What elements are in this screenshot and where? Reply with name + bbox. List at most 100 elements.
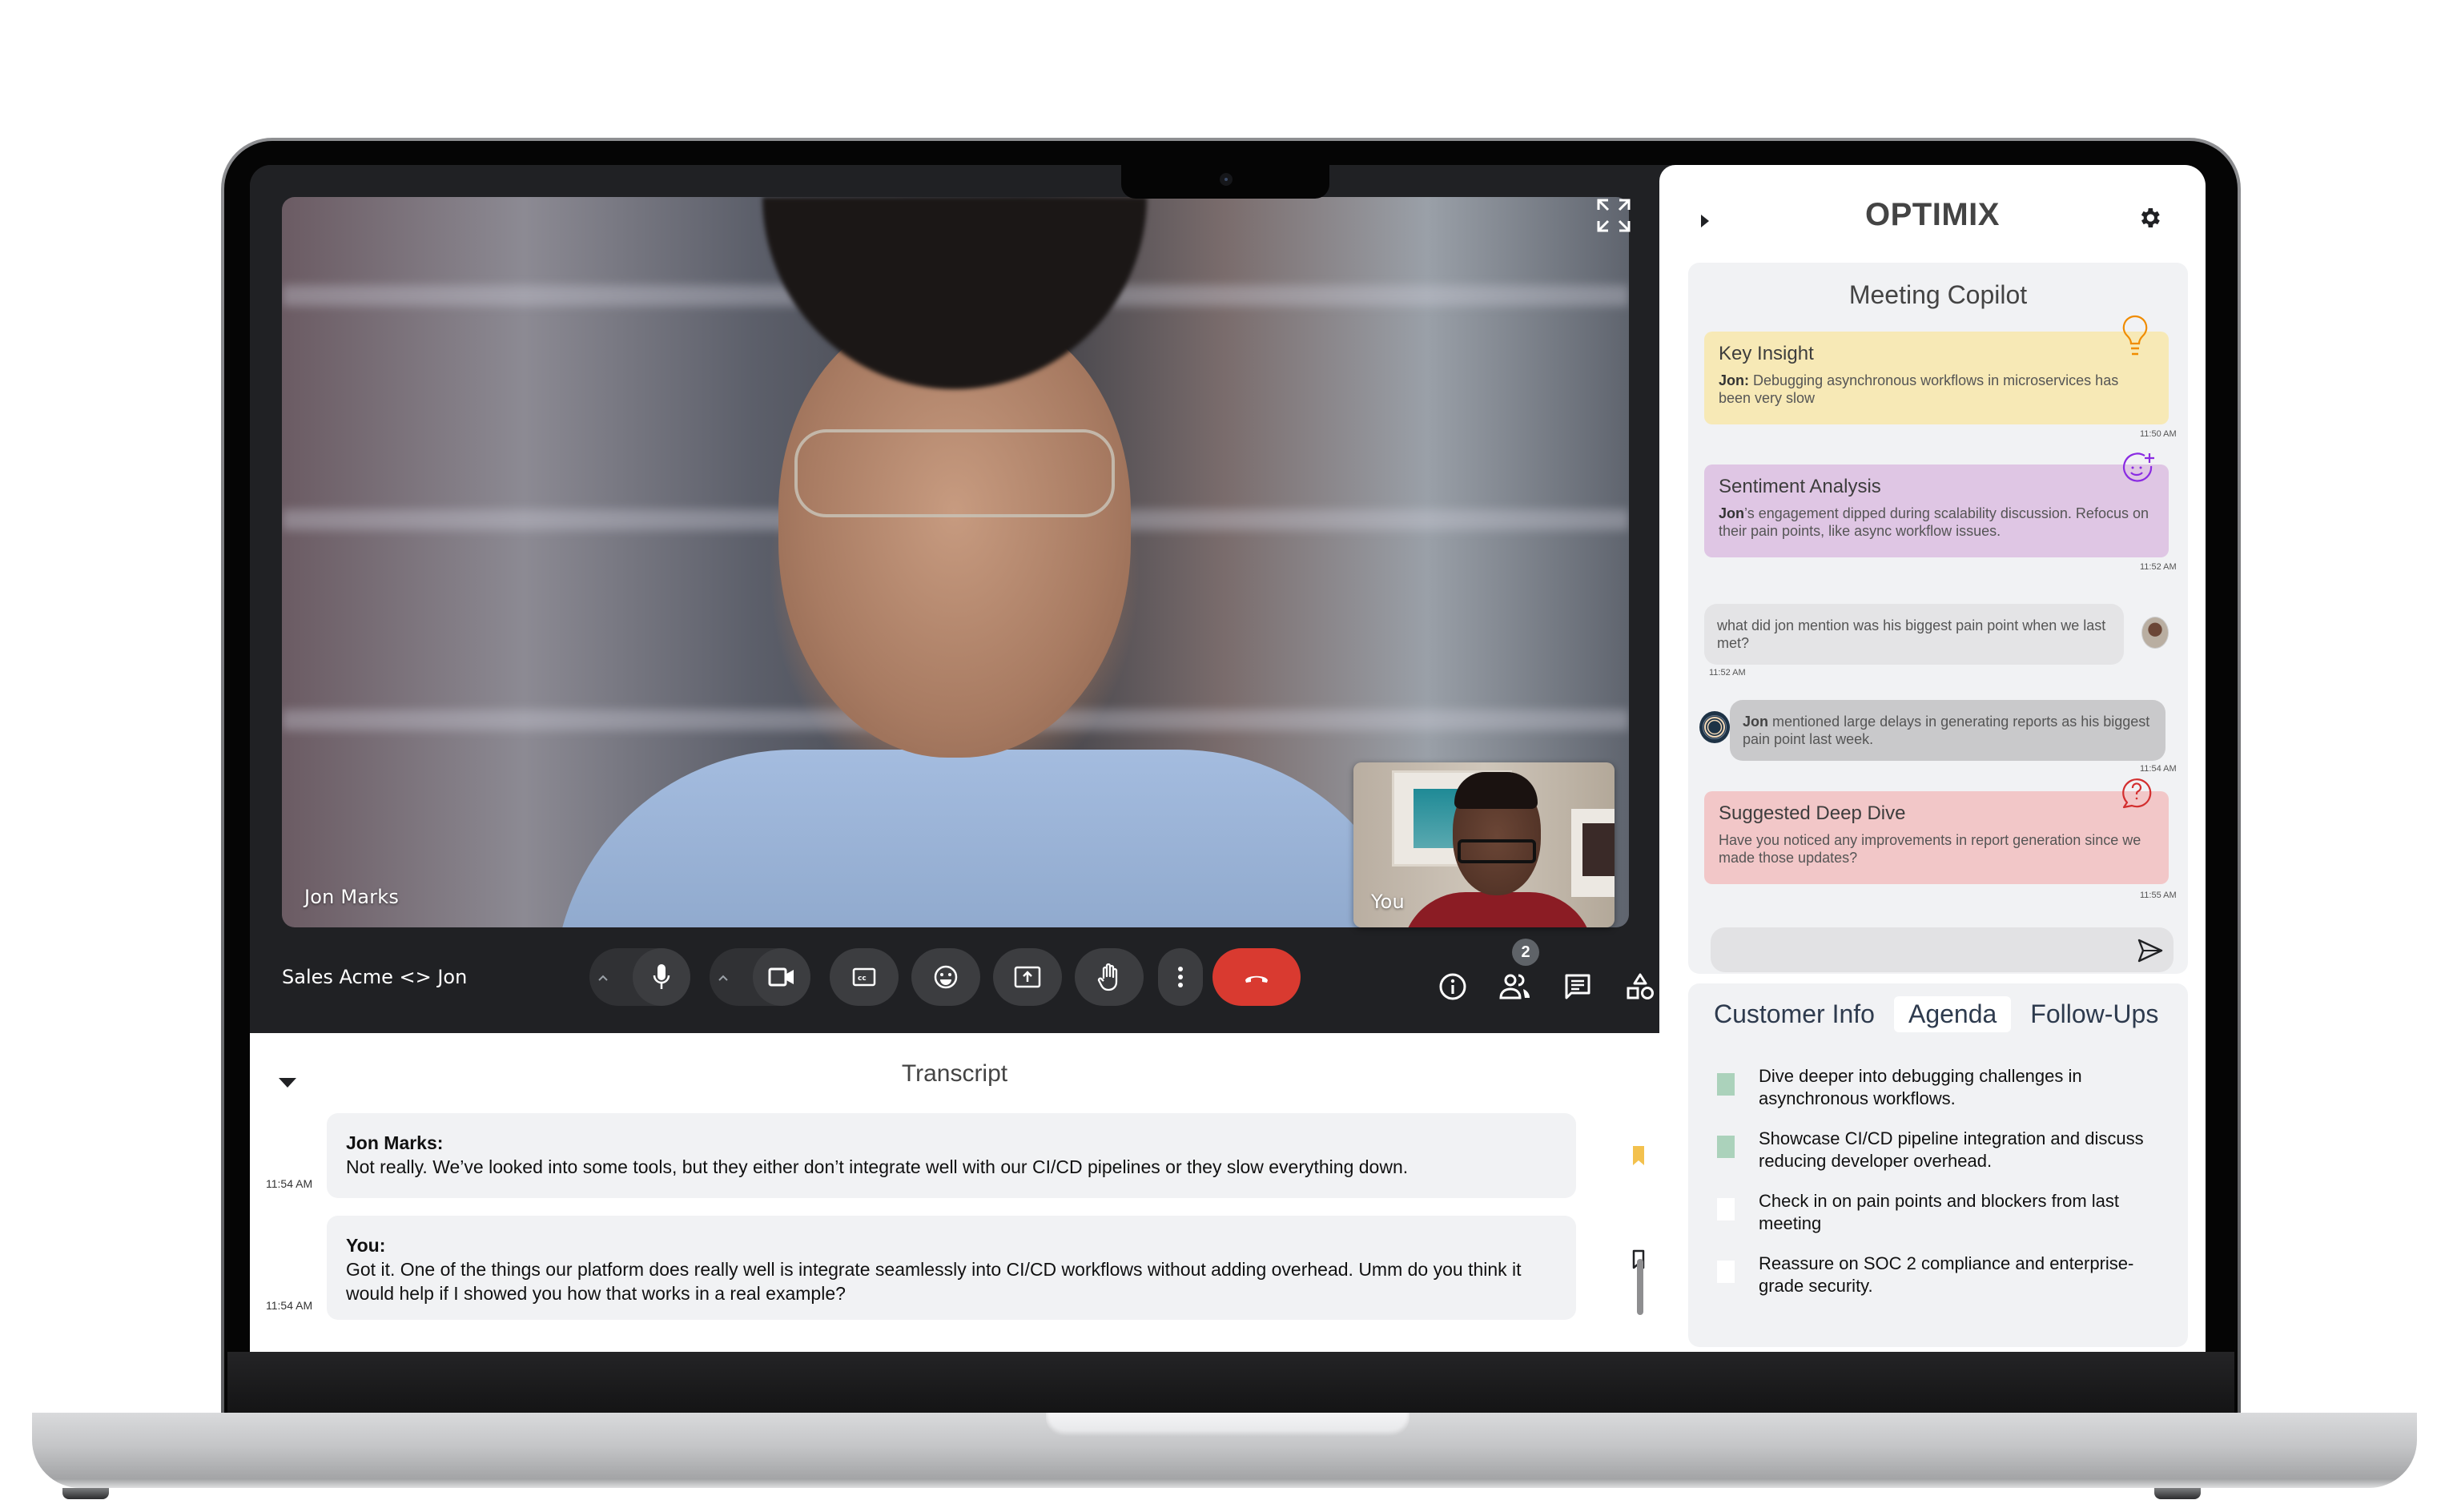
chat-icon — [1565, 974, 1590, 999]
agenda-text: Check in on pain points and blockers fro… — [1759, 1191, 2120, 1233]
bookmark-filled-icon[interactable] — [1632, 1145, 1645, 1166]
info-icon — [1439, 973, 1466, 1000]
participant-name-label: Jon Marks — [304, 886, 400, 908]
self-view-video[interactable]: You — [1353, 762, 1615, 927]
transcript-bubble: Jon Marks: Not really. We’ve looked into… — [327, 1113, 1576, 1198]
agenda-checkbox[interactable] — [1717, 1136, 1735, 1158]
transcript-timestamp: 11:54 AM — [266, 1177, 313, 1190]
question-timestamp: 11:52 AM — [1709, 668, 1746, 678]
card-timestamp: 11:52 AM — [2140, 562, 2177, 572]
lightbulb-icon — [2122, 315, 2148, 356]
present-button[interactable] — [993, 948, 1062, 1006]
camera-control — [710, 948, 810, 1006]
phone-hangup-icon — [1245, 975, 1268, 983]
microphone-button[interactable] — [633, 948, 690, 1006]
laptop-opening-notch — [1046, 1413, 1409, 1437]
agenda-text: Showcase CI/CD pipeline integration and … — [1759, 1128, 2144, 1171]
more-vertical-icon — [1178, 967, 1183, 987]
tab-agenda[interactable]: Agenda — [1893, 996, 2012, 1032]
raise-hand-button[interactable] — [1075, 948, 1144, 1006]
present-screen-icon — [1014, 966, 1041, 988]
transcript-speaker: You: — [346, 1235, 386, 1256]
microphone-control — [589, 948, 690, 1006]
answer-timestamp: 11:54 AM — [2140, 764, 2177, 774]
transcript-entry: 11:54 AM You: Got it. One of the things … — [266, 1216, 1679, 1320]
camera-button[interactable] — [753, 948, 810, 1006]
suggested-deep-dive-card[interactable]: Suggested Deep Dive Have you noticed any… — [1704, 791, 2169, 884]
smiley-add-icon — [2122, 452, 2154, 482]
answer-text: mentioned large delays in generating rep… — [1743, 714, 2150, 747]
participant-count-badge: 2 — [1512, 939, 1539, 966]
card-text: Debugging asynchronous workflows in micr… — [1719, 372, 2119, 406]
user-question-text: what did jon mention was his biggest pai… — [1717, 617, 2106, 651]
participant-shirt — [554, 750, 1419, 927]
optimix-bot-icon — [1699, 711, 1730, 743]
call-controls-bar: Sales Acme <> Jon cc 2 — [250, 927, 1659, 1033]
chevron-up-icon — [718, 975, 728, 981]
card-body: Jon: Debugging asynchronous workflows in… — [1719, 372, 2154, 407]
transcript-panel: Transcript 11:54 AM Jon Marks: Not reall… — [250, 1033, 1679, 1352]
transcript-speaker: Jon Marks: — [346, 1132, 444, 1153]
brand-title: OPTIMIX — [1865, 197, 2000, 232]
chat-button[interactable] — [1558, 967, 1597, 1006]
camera-options-button[interactable] — [710, 969, 737, 986]
agenda-checkbox[interactable] — [1717, 1261, 1735, 1283]
agenda-checkbox[interactable] — [1717, 1073, 1735, 1096]
tab-customer-info[interactable]: Customer Info — [1699, 996, 1889, 1032]
laptop-chin — [227, 1352, 2234, 1413]
meeting-title: Sales Acme <> Jon — [282, 966, 468, 988]
agenda-item: Reassure on SOC 2 compliance and enterpr… — [1717, 1253, 2174, 1297]
fullscreen-button[interactable] — [1595, 197, 1632, 234]
card-body: Jon’s engagement dipped during scalabili… — [1719, 505, 2154, 540]
agenda-item: Dive deeper into debugging challenges in… — [1717, 1065, 2174, 1110]
hand-icon — [1097, 963, 1118, 991]
sentiment-analysis-card[interactable]: Sentiment Analysis Jon’s engagement dipp… — [1704, 464, 2169, 557]
key-insight-card[interactable]: Key Insight Jon: Debugging asynchronous … — [1704, 332, 2169, 424]
agenda-item: Check in on pain points and blockers fro… — [1717, 1190, 2174, 1235]
transcript-text: Got it. One of the things our platform d… — [346, 1259, 1522, 1304]
meeting-details-button[interactable] — [1434, 967, 1472, 1006]
copilot-message-input[interactable] — [1711, 927, 2174, 972]
microphone-icon — [653, 964, 670, 989]
video-camera-icon — [768, 967, 794, 987]
send-icon[interactable] — [2137, 937, 2164, 964]
people-button[interactable] — [1496, 967, 1534, 1006]
more-options-button[interactable] — [1158, 948, 1203, 1006]
emoji-icon — [934, 965, 958, 989]
transcript-scrollbar[interactable] — [1637, 1259, 1643, 1315]
user-avatar — [2141, 617, 2169, 649]
question-bubble-icon — [2122, 778, 2152, 809]
card-speaker: Jon — [1719, 505, 1745, 521]
card-title: Sentiment Analysis — [1719, 476, 1881, 497]
agenda-checkbox[interactable] — [1717, 1198, 1735, 1220]
agenda-item: Showcase CI/CD pipeline integration and … — [1717, 1128, 2174, 1172]
agenda-text: Dive deeper into debugging challenges in… — [1759, 1066, 2082, 1108]
transcript-title: Transcript — [901, 1060, 1008, 1087]
meeting-copilot: Meeting Copilot Key Insight Jon: Debuggi… — [1688, 263, 2188, 974]
camera-notch — [1121, 165, 1329, 199]
laptop-foot — [2154, 1488, 2201, 1499]
activities-button[interactable] — [1621, 967, 1659, 1006]
self-glasses — [1458, 839, 1536, 863]
card-timestamp: 11:50 AM — [2140, 429, 2177, 439]
webcam-icon — [1220, 173, 1233, 186]
agenda-text: Reassure on SOC 2 compliance and enterpr… — [1759, 1253, 2134, 1296]
captions-button[interactable]: cc — [830, 948, 899, 1006]
svg-text:cc: cc — [858, 975, 867, 983]
reactions-button[interactable] — [911, 948, 980, 1006]
mic-options-button[interactable] — [589, 969, 617, 986]
card-timestamp: 11:55 AM — [2140, 891, 2177, 900]
screen: Jon Marks You Sales Acme <> Jon cc 2 Tra… — [250, 165, 2206, 1352]
user-question-bubble: what did jon mention was his biggest pai… — [1704, 604, 2124, 665]
settings-gear-icon[interactable] — [2137, 205, 2162, 231]
tab-follow-ups[interactable]: Follow-Ups — [2016, 996, 2173, 1032]
end-call-button[interactable] — [1212, 948, 1301, 1006]
transcript-bubble: You: Got it. One of the things our platf… — [327, 1216, 1576, 1320]
shapes-icon — [1627, 973, 1654, 999]
transcript-entry: 11:54 AM Jon Marks: Not really. We’ve lo… — [266, 1113, 1679, 1198]
optimix-panel: OPTIMIX Meeting Copilot Key Insight Jon:… — [1659, 165, 2206, 1352]
participant-hair — [762, 197, 1147, 389]
card-text: ’s engagement dipped during scalability … — [1719, 505, 2149, 539]
closed-captions-icon: cc — [852, 967, 876, 987]
copilot-title: Meeting Copilot — [1848, 280, 2028, 309]
